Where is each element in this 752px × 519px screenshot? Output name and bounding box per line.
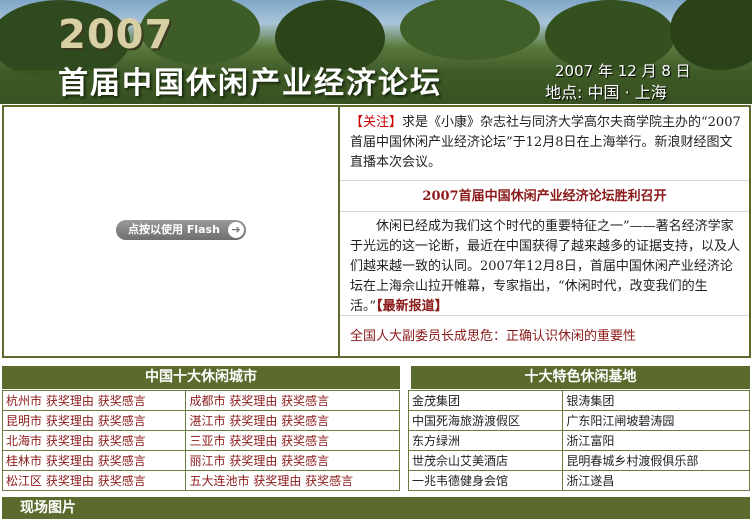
city-cell: 湛江市 获奖理由 获奖感言 <box>185 410 400 431</box>
speech-link[interactable]: 获奖感言 <box>98 474 146 488</box>
reason-link[interactable]: 获奖理由 <box>46 394 94 408</box>
base-cell[interactable]: 银涛集团 <box>562 390 750 411</box>
reason-link[interactable]: 获奖理由 <box>229 394 277 408</box>
city-cell: 桂林市 获奖理由 获奖感言 <box>1 450 187 471</box>
city-link[interactable]: 湛江市 <box>189 414 225 428</box>
city-cell: 五大连池市 获奖理由 获奖感言 <box>185 470 400 491</box>
reason-link[interactable]: 获奖理由 <box>46 414 94 428</box>
table-row: 一兆韦德健身会馆 浙江遂昌 <box>407 470 750 491</box>
news-intro: 【关注】求是《小康》杂志社与同济大学高尔夫商学院主办的“2007首届中国休闲产业… <box>350 113 742 173</box>
base-cell[interactable]: 昆明春城乡村渡假俱乐部 <box>562 450 750 471</box>
base-cell[interactable]: 中国死海旅游渡假区 <box>407 410 564 431</box>
speech-link[interactable]: 获奖感言 <box>98 414 146 428</box>
base-cell[interactable]: 一兆韦德健身会馆 <box>407 470 564 491</box>
reason-link[interactable]: 获奖理由 <box>229 414 277 428</box>
news-panel: 【关注】求是《小康》杂志社与同济大学高尔夫商学院主办的“2007首届中国休闲产业… <box>340 107 749 356</box>
table-row: 北海市 获奖理由 获奖感言 三亚市 获奖理由 获奖感言 <box>1 430 400 451</box>
table-row: 金茂集团 银涛集团 <box>407 390 750 411</box>
reason-link[interactable]: 获奖理由 <box>229 454 277 468</box>
header-banner: 2007 首届中国休闲产业经济论坛 2007 年 12 月 8 日 地点: 中国… <box>0 0 752 104</box>
enable-flash-button[interactable]: 点按以使用 Flash ➔ <box>116 220 246 240</box>
table-row: 东方绿洲 浙江富阳 <box>407 430 750 451</box>
focus-tag[interactable]: 【关注】 <box>350 115 402 130</box>
table-row: 中国死海旅游渡假区 广东阳江闸坡碧涛园 <box>407 410 750 431</box>
city-cell: 三亚市 获奖理由 获奖感言 <box>185 430 400 451</box>
base-cell[interactable]: 世茂佘山艾美酒店 <box>407 450 564 471</box>
city-link[interactable]: 北海市 <box>6 434 42 448</box>
base-cell[interactable]: 金茂集团 <box>407 390 564 411</box>
table-row: 松江区 获奖理由 获奖感言 五大连池市 获奖理由 获奖感言 <box>1 470 400 491</box>
banner-place: 地点: 中国 · 上海 <box>545 83 667 102</box>
bases-header: 十大特色休闲基地 <box>411 366 750 389</box>
speech-link[interactable]: 获奖感言 <box>281 434 329 448</box>
speech-link[interactable]: 获奖感言 <box>281 394 329 408</box>
base-cell[interactable]: 广东阳江闸坡碧涛园 <box>562 410 750 431</box>
banner-title: 首届中国休闲产业经济论坛 <box>58 66 442 101</box>
bases-table: 金茂集团 银涛集团 中国死海旅游渡假区 广东阳江闸坡碧涛园 东方绿洲 浙江富阳 … <box>407 390 750 491</box>
table-row: 桂林市 获奖理由 获奖感言 丽江市 获奖理由 获奖感言 <box>1 450 400 471</box>
table-row: 杭州市 获奖理由 获奖感言 成都市 获奖理由 获奖感言 <box>1 390 400 411</box>
reason-link[interactable]: 获奖理由 <box>229 434 277 448</box>
city-cell: 北海市 获奖理由 获奖感言 <box>1 430 187 451</box>
enable-flash-label: 点按以使用 Flash <box>128 223 220 236</box>
table-row: 世茂佘山艾美酒店 昆明春城乡村渡假俱乐部 <box>407 450 750 471</box>
main-panel: 点按以使用 Flash ➔ 【关注】求是《小康》杂志社与同济大学高尔夫商学院主办… <box>2 105 751 358</box>
news-headline[interactable]: 2007首届中国休闲产业经济论坛胜利召开 <box>340 185 749 204</box>
city-cell: 昆明市 获奖理由 获奖感言 <box>1 410 187 431</box>
flash-placeholder: 点按以使用 Flash ➔ <box>4 107 340 356</box>
city-cell: 松江区 获奖理由 获奖感言 <box>1 470 187 491</box>
base-cell[interactable]: 东方绿洲 <box>407 430 564 451</box>
reason-link[interactable]: 获奖理由 <box>46 474 94 488</box>
divider <box>340 180 749 181</box>
speech-link[interactable]: 获奖感言 <box>281 414 329 428</box>
speech-link[interactable]: 获奖感言 <box>305 474 353 488</box>
news-body: 休闲已经成为我们这个时代的重要特征之一”——著名经济学家于光远的这一论断，最近在… <box>350 217 742 317</box>
city-cell: 杭州市 获奖理由 获奖感言 <box>1 390 187 411</box>
base-cell[interactable]: 浙江遂昌 <box>562 470 750 491</box>
news-link[interactable]: 全国人大副委员长成思危：正确认识休闲的重要性 <box>350 325 636 344</box>
city-link[interactable]: 松江区 <box>6 474 42 488</box>
city-link[interactable]: 三亚市 <box>189 434 225 448</box>
table-row: 昆明市 获奖理由 获奖感言 湛江市 获奖理由 获奖感言 <box>1 410 400 431</box>
news-intro-text: 求是《小康》杂志社与同济大学高尔夫商学院主办的“2007首届中国休闲产业经济论坛… <box>350 115 741 170</box>
city-link[interactable]: 丽江市 <box>189 454 225 468</box>
city-cell: 成都市 获奖理由 获奖感言 <box>185 390 400 411</box>
photos-section-header: 现场图片 <box>2 497 750 519</box>
cities-table: 杭州市 获奖理由 获奖感言 成都市 获奖理由 获奖感言 昆明市 获奖理由 获奖感… <box>1 390 400 491</box>
speech-link[interactable]: 获奖感言 <box>98 434 146 448</box>
reason-link[interactable]: 获奖理由 <box>46 434 94 448</box>
city-link[interactable]: 桂林市 <box>6 454 42 468</box>
speech-link[interactable]: 获奖感言 <box>98 454 146 468</box>
reason-link[interactable]: 获奖理由 <box>46 454 94 468</box>
reason-link[interactable]: 获奖理由 <box>253 474 301 488</box>
city-link[interactable]: 杭州市 <box>6 394 42 408</box>
base-cell[interactable]: 浙江富阳 <box>562 430 750 451</box>
speech-link[interactable]: 获奖感言 <box>281 454 329 468</box>
city-link[interactable]: 成都市 <box>189 394 225 408</box>
divider <box>340 315 749 316</box>
banner-date: 2007 年 12 月 8 日 <box>555 62 691 80</box>
divider <box>340 211 749 212</box>
city-link[interactable]: 五大连池市 <box>189 474 249 488</box>
latest-report-link[interactable]: 【最新报道】 <box>376 299 448 314</box>
cities-header: 中国十大休闲城市 <box>2 366 400 389</box>
speech-link[interactable]: 获奖感言 <box>98 394 146 408</box>
arrow-right-icon: ➔ <box>228 222 244 238</box>
city-cell: 丽江市 获奖理由 获奖感言 <box>185 450 400 471</box>
city-link[interactable]: 昆明市 <box>6 414 42 428</box>
banner-year: 2007 <box>58 12 174 58</box>
